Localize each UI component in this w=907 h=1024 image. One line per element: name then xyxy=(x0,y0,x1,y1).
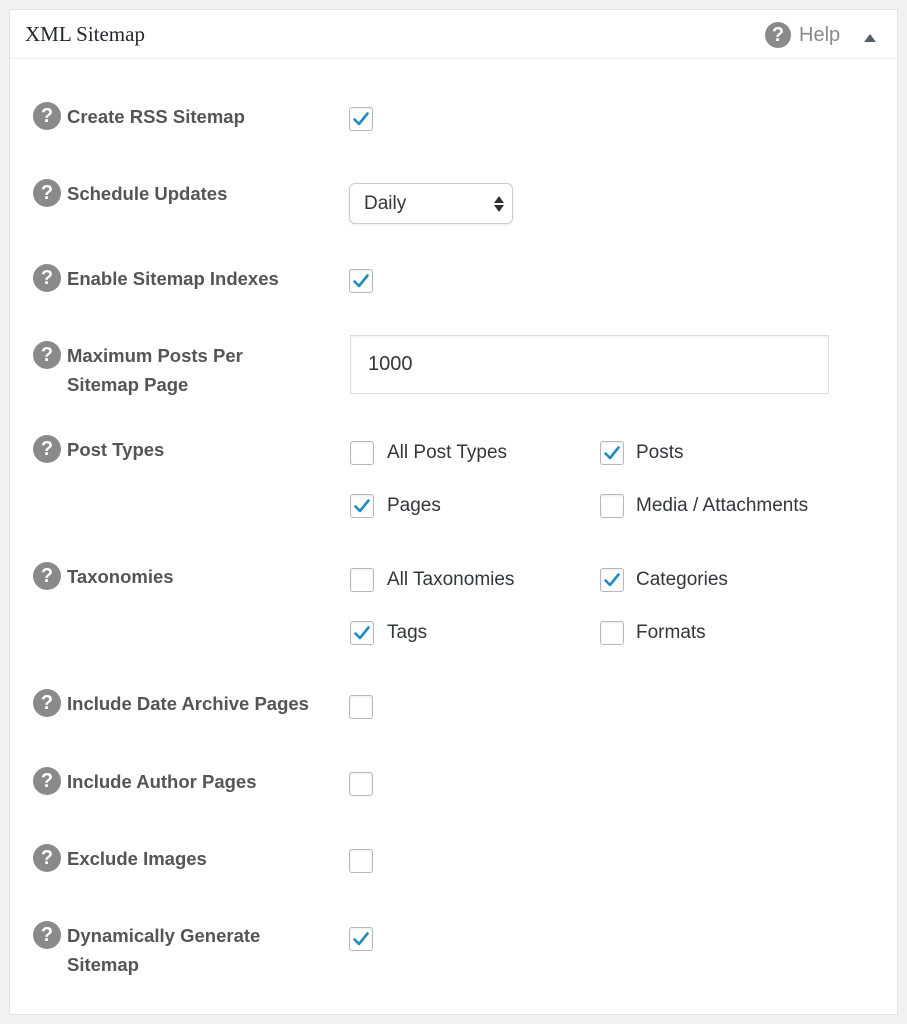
date-archive-label: Include Date Archive Pages xyxy=(67,693,309,714)
max-posts-label-line2: Sitemap Page xyxy=(67,374,189,395)
media-attachments-label: Media / Attachments xyxy=(636,495,809,516)
author-pages-row-label: ? Include Author Pages xyxy=(33,767,256,796)
author-pages-label: Include Author Pages xyxy=(67,771,257,792)
exclude-images-label: Exclude Images xyxy=(67,848,207,869)
question-icon[interactable]: ? xyxy=(33,844,61,872)
tags-checkbox[interactable] xyxy=(350,621,374,645)
taxonomies-row-label: ? Taxonomies xyxy=(33,562,174,591)
panel-header: XML Sitemap ? Help xyxy=(10,10,897,59)
question-icon[interactable]: ? xyxy=(33,562,61,590)
categories-label: Categories xyxy=(636,569,728,590)
dynamic-generate-label-line1: Dynamically Generate xyxy=(67,925,261,946)
checkmark-icon xyxy=(353,112,369,126)
pages-checkbox[interactable] xyxy=(350,494,374,518)
dynamic-generate-label: Dynamically Generate Sitemap xyxy=(67,921,260,979)
question-icon[interactable]: ? xyxy=(33,179,61,207)
checkmark-icon xyxy=(353,932,369,946)
triangle-up-icon xyxy=(864,34,876,42)
date-archive-row-label: ? Include Date Archive Pages xyxy=(33,689,309,718)
dynamic-generate-row-label: ? Dynamically Generate Sitemap xyxy=(33,921,260,979)
question-icon[interactable]: ? xyxy=(33,341,61,369)
post-types-label: Post Types xyxy=(67,439,165,460)
checkmark-icon xyxy=(604,573,620,587)
categories-checkbox[interactable] xyxy=(600,568,624,592)
max-posts-label-line1: Maximum Posts Per xyxy=(67,345,243,366)
dynamic-generate-checkbox[interactable] xyxy=(349,927,373,951)
date-archive-checkbox[interactable] xyxy=(349,695,373,719)
checkmark-icon xyxy=(354,499,370,513)
max-posts-label: Maximum Posts Per Sitemap Page xyxy=(67,341,243,399)
all-post-types-checkbox[interactable] xyxy=(350,441,374,465)
help-link[interactable]: ? Help xyxy=(765,22,840,48)
pages-label: Pages xyxy=(387,495,441,516)
question-icon[interactable]: ? xyxy=(33,435,61,463)
posts-label: Posts xyxy=(636,442,684,463)
panel-title: XML Sitemap xyxy=(25,22,145,46)
checkmark-icon xyxy=(604,446,620,460)
question-icon[interactable]: ? xyxy=(33,767,61,795)
xml-sitemap-panel: XML Sitemap ? Help ? Create RSS Sitemap … xyxy=(9,9,898,1015)
schedule-updates-value: Daily xyxy=(364,193,407,214)
exclude-images-row-label: ? Exclude Images xyxy=(33,844,207,873)
checkmark-icon xyxy=(354,626,370,640)
select-arrows-icon xyxy=(494,195,504,213)
rss-sitemap-checkbox[interactable] xyxy=(349,107,373,131)
author-pages-checkbox[interactable] xyxy=(349,772,373,796)
question-icon[interactable]: ? xyxy=(33,264,61,292)
schedule-updates-row-label: ? Schedule Updates xyxy=(33,179,227,208)
taxonomies-label: Taxonomies xyxy=(67,566,174,587)
collapse-toggle-button[interactable] xyxy=(860,30,880,46)
formats-label: Formats xyxy=(636,622,706,643)
all-taxonomies-label: All Taxonomies xyxy=(387,569,515,590)
question-icon[interactable]: ? xyxy=(33,689,61,717)
max-posts-row-label: ? Maximum Posts Per Sitemap Page xyxy=(33,341,243,399)
question-icon[interactable]: ? xyxy=(33,921,61,949)
checkmark-icon xyxy=(353,274,369,288)
post-types-row-label: ? Post Types xyxy=(33,435,164,464)
tags-label: Tags xyxy=(387,622,428,643)
rss-sitemap-label: Create RSS Sitemap xyxy=(67,106,245,127)
schedule-updates-select[interactable]: Daily xyxy=(349,183,513,224)
media-attachments-checkbox[interactable] xyxy=(600,494,624,518)
sitemap-indexes-label: Enable Sitemap Indexes xyxy=(67,268,279,289)
question-icon[interactable]: ? xyxy=(33,102,61,130)
help-icon: ? xyxy=(765,22,791,48)
rss-sitemap-row-label: ? Create RSS Sitemap xyxy=(33,102,245,131)
sitemap-indexes-checkbox[interactable] xyxy=(349,269,373,293)
all-post-types-label: All Post Types xyxy=(387,442,508,463)
sitemap-indexes-row-label: ? Enable Sitemap Indexes xyxy=(33,264,279,293)
help-label: Help xyxy=(799,23,841,46)
formats-checkbox[interactable] xyxy=(600,621,624,645)
all-taxonomies-checkbox[interactable] xyxy=(350,568,374,592)
schedule-updates-label: Schedule Updates xyxy=(67,183,228,204)
exclude-images-checkbox[interactable] xyxy=(349,849,373,873)
posts-checkbox[interactable] xyxy=(600,441,624,465)
max-posts-input[interactable] xyxy=(350,335,829,394)
dynamic-generate-label-line2: Sitemap xyxy=(67,954,139,975)
